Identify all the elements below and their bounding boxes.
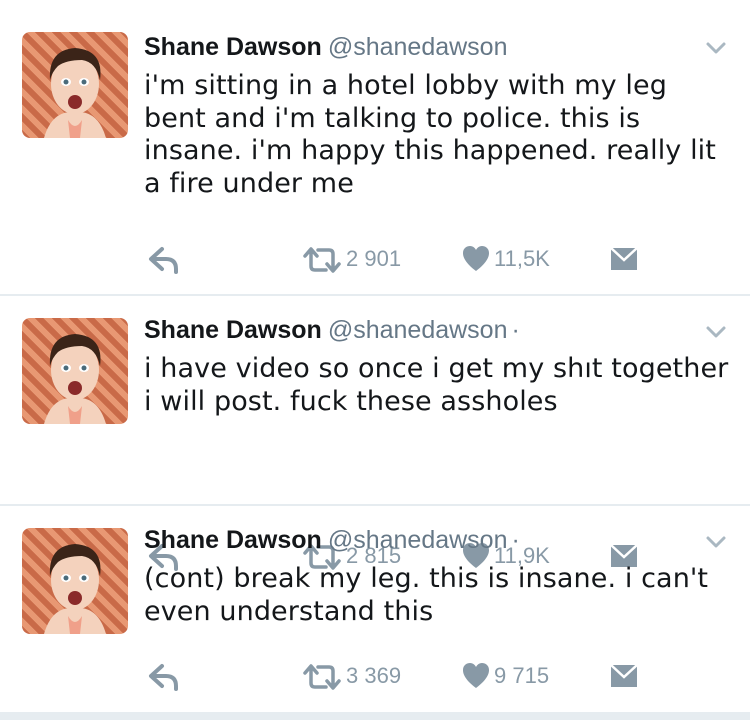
envelope-icon[interactable] <box>610 246 638 272</box>
tweet-actions: 3 369 9 715 <box>0 660 750 694</box>
tweet-header: Shane Dawson @shanedawson · <box>144 525 520 555</box>
chevron-down-icon[interactable] <box>700 38 732 60</box>
avatar[interactable] <box>22 318 128 424</box>
like-count: 9 715 <box>494 663 550 688</box>
heart-icon[interactable] <box>462 662 490 690</box>
user-handle[interactable]: @shanedawson <box>328 526 508 554</box>
tweet-3[interactable]: Shane Dawson @shanedawson · (cont) break m… <box>0 506 750 714</box>
separator-dot: · <box>511 316 520 344</box>
retweet-count: 3 369 <box>346 663 402 688</box>
display-name[interactable]: Shane Dawson <box>144 316 322 344</box>
retweet-count: 2 901 <box>346 246 402 271</box>
tweet-text: (cont) break my leg. this is insane. i c… <box>144 563 709 627</box>
retweet-icon[interactable] <box>302 663 342 691</box>
tweet-header: Shane Dawson @shanedawson · <box>144 315 520 345</box>
avatar[interactable] <box>22 528 128 634</box>
tweet-text: i'm sitting in a hotel lobby with my leg… <box>144 70 716 199</box>
reply-icon[interactable] <box>146 662 180 692</box>
tweet-actions: 2 901 11,5K <box>0 243 750 277</box>
tweet-timeline: Shane Dawson @shanedawson i'm sitting in … <box>0 0 750 720</box>
retweet-icon[interactable] <box>302 246 342 274</box>
separator-dot: · <box>511 526 520 554</box>
tweet-2[interactable]: Shane Dawson @shanedawson · i have video s… <box>0 296 750 571</box>
like-count: 11,5K <box>494 246 550 271</box>
user-handle[interactable]: @shanedawson <box>328 316 508 344</box>
bottom-divider <box>0 714 750 720</box>
reply-icon[interactable] <box>146 245 180 275</box>
avatar[interactable] <box>22 32 128 138</box>
display-name[interactable]: Shane Dawson <box>144 526 322 554</box>
tweet-header: Shane Dawson @shanedawson <box>144 32 512 62</box>
heart-icon[interactable] <box>462 245 490 273</box>
tweet-text: i have video so once i get my shıt toget… <box>144 353 729 417</box>
chevron-down-icon[interactable] <box>700 532 732 554</box>
display-name[interactable]: Shane Dawson <box>144 33 322 61</box>
tweet-1[interactable]: Shane Dawson @shanedawson i'm sitting in … <box>0 0 750 296</box>
chevron-down-icon[interactable] <box>700 322 732 344</box>
user-handle[interactable]: @shanedawson <box>328 33 508 61</box>
envelope-icon[interactable] <box>610 663 638 689</box>
